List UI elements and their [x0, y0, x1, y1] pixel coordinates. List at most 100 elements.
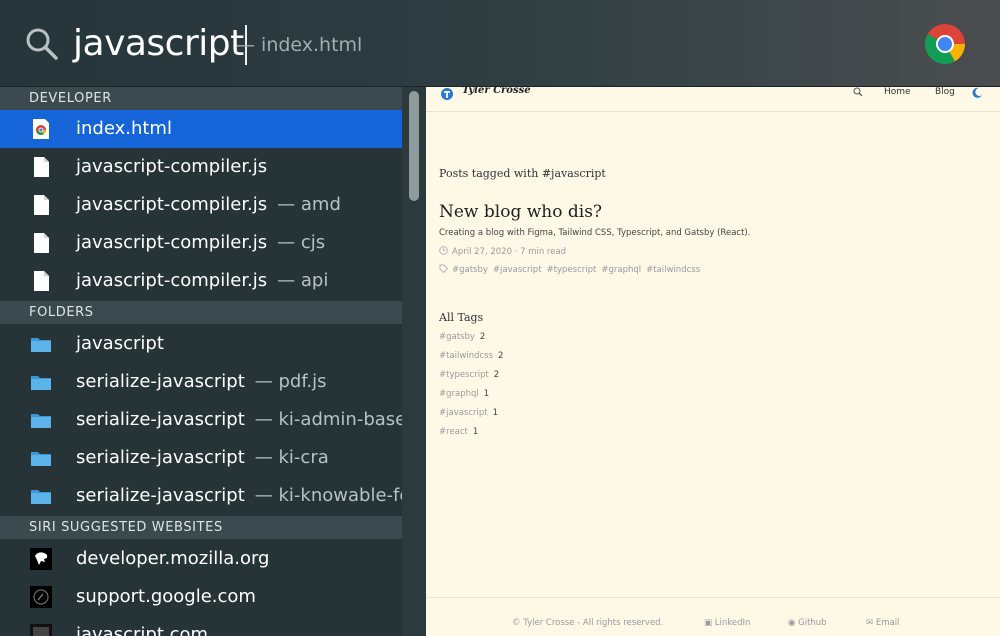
all-tags-title: All Tags	[439, 311, 484, 324]
post-tag[interactable]: #javascript	[493, 265, 542, 275]
preview-pane: Tyler Crosse Home Blog Posts tagged with…	[426, 87, 1000, 636]
result-label: index.html	[76, 118, 172, 139]
result-item-folder[interactable]: serialize-javascript — ki-admin-base	[0, 401, 402, 439]
result-item-folder[interactable]: serialize-javascript — ki-cra	[0, 439, 402, 477]
result-label: javascript.com	[76, 624, 209, 636]
post-meta-text: April 27, 2020 · 7 min read	[452, 247, 567, 257]
tag-count: 2	[479, 332, 486, 342]
footer-linkedin-link[interactable]: ▣ LinkedIn	[704, 618, 750, 628]
result-item-folder[interactable]: javascript	[0, 325, 402, 363]
site-brand: Tyler Crosse	[462, 87, 531, 96]
github-icon: ◉	[788, 618, 799, 628]
post-title[interactable]: New blog who dis?	[439, 202, 602, 222]
folder-icon	[31, 338, 51, 352]
spotlight-search-bar: javascript — index.html	[0, 0, 1000, 87]
result-sublabel: — amd	[277, 194, 341, 215]
preview-site-nav: Tyler Crosse Home Blog	[426, 87, 1000, 112]
tag-row[interactable]: #tailwindcss 2	[439, 351, 503, 370]
tag-row[interactable]: #javascript 1	[439, 408, 503, 427]
result-label: serialize-javascript	[76, 409, 245, 430]
result-item-file[interactable]: javascript-compiler.js — api	[0, 262, 402, 300]
footer-copyright: © Tyler Crosse - All rights reserved.	[512, 618, 664, 628]
post-tag[interactable]: #tailwindcss	[646, 265, 700, 275]
email-icon: ✉	[866, 618, 876, 628]
result-item-file[interactable]: javascript-compiler.js — cjs	[0, 224, 402, 262]
document-icon	[34, 157, 49, 177]
section-header-developer: DEVELOPER	[0, 87, 402, 110]
post-description: Creating a blog with Figma, Tailwind CSS…	[439, 228, 751, 238]
result-item-website[interactable]: support.google.com	[0, 578, 402, 616]
section-header-folders: FOLDERS	[0, 301, 402, 324]
tag-row[interactable]: #typescript 2	[439, 370, 503, 389]
footer-github-link[interactable]: ◉ Github	[788, 618, 827, 628]
result-item-website[interactable]: developer.mozilla.org	[0, 540, 402, 578]
footer-email-link[interactable]: ✉ Email	[866, 618, 899, 628]
result-sublabel: — cjs	[277, 232, 326, 253]
result-label: javascript	[76, 333, 164, 354]
tag-name: #react	[439, 427, 468, 437]
result-label: serialize-javascript	[76, 485, 245, 506]
dark-mode-icon	[972, 87, 982, 98]
result-sublabel: — ki-knowable-fe	[254, 485, 402, 506]
document-icon	[34, 271, 49, 291]
result-item-index-html[interactable]: index.html	[0, 110, 402, 148]
result-label: javascript-compiler.js	[76, 156, 268, 177]
chrome-file-icon	[33, 119, 49, 139]
result-sublabel: — api	[277, 270, 329, 291]
results-scrollbar-thumb[interactable]	[409, 91, 419, 201]
result-item-file[interactable]: javascript-compiler.js	[0, 148, 402, 186]
result-item-folder[interactable]: serialize-javascript — ki-knowable-fe	[0, 477, 402, 515]
document-icon	[34, 195, 49, 215]
javascript-site-icon	[30, 624, 52, 636]
tag-count: 1	[472, 427, 479, 437]
mozilla-icon	[30, 548, 52, 570]
result-sublabel: — ki-cra	[254, 447, 329, 468]
folder-icon	[31, 376, 51, 390]
linkedin-icon: ▣	[704, 618, 715, 628]
results-list: DEVELOPER index.html javascript-compiler…	[0, 87, 402, 636]
post-tags: #gatsby #javascript #typescript #graphql #ta…	[439, 264, 705, 275]
tag-icon	[439, 264, 449, 274]
result-item-folder[interactable]: serialize-javascript — pdf.js	[0, 363, 402, 401]
site-search-icon	[853, 87, 863, 97]
tag-row[interactable]: #graphql 1	[439, 389, 503, 408]
result-label: serialize-javascript	[76, 371, 245, 392]
result-item-website[interactable]: javascript.com	[0, 616, 402, 636]
document-icon	[34, 233, 49, 253]
tag-row[interactable]: #react 1	[439, 427, 503, 446]
tag-row[interactable]: #gatsby 2	[439, 332, 503, 351]
footer-link-label: LinkedIn	[714, 618, 751, 628]
tag-count: 2	[498, 351, 504, 361]
tag-name: #graphql	[439, 389, 479, 399]
section-header-siri-websites: SIRI SUGGESTED WEBSITES	[0, 516, 402, 539]
tag-name: #javascript	[439, 408, 488, 418]
folder-icon	[31, 490, 51, 504]
search-icon	[26, 28, 58, 60]
footer-link-label: Email	[875, 618, 900, 628]
post-tag[interactable]: #gatsby	[452, 265, 488, 275]
result-sublabel: — pdf.js	[254, 371, 327, 392]
site-nav-blog[interactable]: Blog	[935, 87, 955, 97]
tag-count: 1	[483, 389, 490, 399]
tag-count: 1	[492, 408, 499, 418]
search-completion-hint: — index.html	[236, 34, 363, 56]
tag-name: #typescript	[439, 370, 489, 380]
post-tag[interactable]: #graphql	[601, 265, 641, 275]
search-input[interactable]: javascript	[73, 18, 247, 70]
google-support-icon	[30, 586, 52, 608]
result-label: javascript-compiler.js	[76, 194, 268, 215]
folder-icon	[31, 452, 51, 466]
all-tags-list: #gatsby 2 #tailwindcss 2 #typescript 2 #gra…	[439, 332, 503, 446]
post-tag[interactable]: #typescript	[547, 265, 597, 275]
footer-link-label: Github	[798, 618, 827, 628]
clock-icon	[439, 246, 448, 255]
result-label: javascript-compiler.js	[76, 232, 268, 253]
site-nav-home[interactable]: Home	[884, 87, 911, 97]
result-label: javascript-compiler.js	[76, 270, 268, 291]
tag-page-title: Posts tagged with #javascript	[439, 167, 606, 180]
result-label: developer.mozilla.org	[76, 548, 270, 569]
site-footer: © Tyler Crosse - All rights reserved. ▣ …	[426, 597, 1000, 636]
site-logo-icon	[441, 88, 453, 100]
result-item-file[interactable]: javascript-compiler.js — amd	[0, 186, 402, 224]
post-meta: April 27, 2020 · 7 min read	[439, 246, 566, 257]
